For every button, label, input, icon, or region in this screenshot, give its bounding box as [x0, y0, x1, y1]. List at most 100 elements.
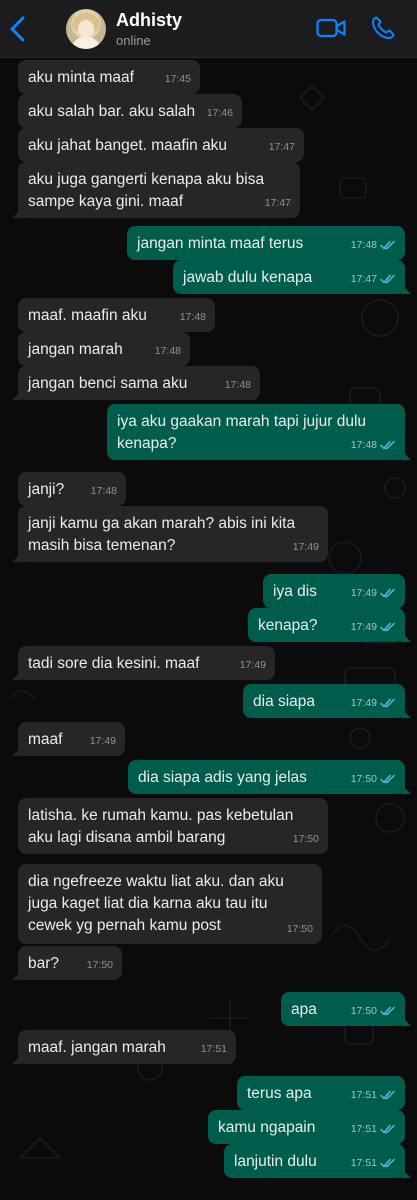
avatar[interactable] — [66, 9, 106, 49]
incoming-message[interactable]: janji kamu ga akan marah? abis ini kita … — [12, 506, 328, 562]
double-check-icon — [380, 588, 395, 598]
message-time: 17:48 — [350, 439, 377, 451]
message-meta: 17:50 — [351, 1000, 396, 1022]
message-text: janji kamu ga akan marah? abis ini kita … — [28, 515, 296, 554]
double-check-icon — [380, 1124, 395, 1134]
double-check-icon — [380, 240, 395, 250]
incoming-message[interactable]: jangan marah 17:48 — [18, 332, 190, 366]
message-time: 17:48 — [90, 485, 117, 497]
message-time: 17:45 — [164, 73, 191, 85]
incoming-message[interactable]: maaf. maafin aku 17:48 — [18, 298, 215, 332]
message-time: 17:50 — [350, 1005, 377, 1017]
message-time: 17:51 — [350, 1123, 377, 1135]
message-meta: 17:51 — [351, 1118, 396, 1140]
message-meta: 17:46 — [207, 102, 233, 124]
message-meta: 17:49 — [351, 582, 396, 604]
message-time: 17:51 — [350, 1089, 377, 1101]
incoming-message[interactable]: jangan benci sama aku 17:48 — [12, 366, 260, 400]
message-time: 17:49 — [350, 621, 377, 633]
message-time: 17:49 — [350, 697, 377, 709]
message-time: 17:48 — [350, 239, 377, 251]
message-time: 17:49 — [239, 659, 266, 671]
message-text: aku juga gangerti kenapa aku bisa sampe … — [28, 171, 265, 210]
outgoing-message[interactable]: jawab dulu kenapa 17:47 — [173, 260, 411, 294]
message-text: dia ngefreeze waktu liat aku. dan aku ju… — [28, 873, 284, 934]
phone-icon[interactable] — [370, 15, 396, 41]
message-meta: 17:48 — [351, 234, 396, 256]
outgoing-message[interactable]: jangan minta maaf terus 17:48 — [127, 226, 405, 260]
double-check-icon — [380, 440, 395, 450]
message-text: aku salah bar. aku salah — [28, 103, 196, 120]
incoming-message[interactable]: aku jahat banget. maafin aku 17:47 — [18, 128, 304, 162]
message-meta: 17:49 — [240, 654, 266, 676]
incoming-message[interactable]: aku salah bar. aku salah 17:46 — [18, 94, 242, 128]
incoming-message[interactable]: tadi sore dia kesini. maaf 17:49 — [12, 646, 275, 680]
message-meta: 17:47 — [351, 268, 396, 290]
message-time: 17:50 — [292, 833, 319, 845]
double-check-icon — [380, 774, 395, 784]
outgoing-message[interactable]: terus apa 17:51 — [237, 1076, 405, 1110]
double-check-icon — [380, 698, 395, 708]
chevron-left-icon[interactable] — [6, 14, 30, 44]
message-meta: 17:51 — [201, 1038, 227, 1060]
message-text: tadi sore dia kesini. maaf — [28, 655, 200, 672]
message-time: 17:49 — [350, 587, 377, 599]
message-meta: 17:48 — [91, 480, 117, 502]
message-time: 17:50 — [286, 923, 313, 935]
incoming-message[interactable]: aku minta maaf 17:45 — [18, 60, 200, 94]
outgoing-message[interactable]: iya dis 17:49 — [263, 574, 405, 608]
message-meta: 17:50 — [351, 768, 396, 790]
incoming-message[interactable]: janji? 17:48 — [18, 472, 126, 506]
message-time: 17:47 — [350, 273, 377, 285]
double-check-icon — [380, 1090, 395, 1100]
message-text: maaf. jangan marah — [28, 1039, 166, 1056]
message-time: 17:47 — [264, 197, 291, 209]
message-time: 17:48 — [179, 311, 206, 323]
message-meta: 17:49 — [90, 730, 116, 752]
message-time: 17:49 — [292, 541, 319, 553]
incoming-message[interactable]: maaf 17:49 — [12, 722, 125, 756]
message-meta: 17:45 — [165, 68, 191, 90]
contact-name[interactable]: Adhisty — [116, 10, 182, 31]
incoming-message[interactable]: dia ngefreeze waktu liat aku. dan aku ju… — [18, 864, 322, 944]
message-time: 17:48 — [154, 345, 181, 357]
message-meta: 17:48 — [225, 374, 251, 396]
message-text: latisha. ke rumah kamu. pas kebetulan ak… — [28, 807, 294, 846]
message-meta: 17:51 — [351, 1084, 396, 1106]
outgoing-message[interactable]: dia siapa adis yang jelas 17:50 — [128, 760, 411, 794]
message-meta: 17:47 — [269, 136, 295, 158]
message-meta: 17:48 — [351, 434, 396, 456]
incoming-message[interactable]: latisha. ke rumah kamu. pas kebetulan ak… — [18, 798, 328, 854]
message-time: 17:48 — [224, 379, 251, 391]
message-time: 17:47 — [268, 141, 295, 153]
message-text: jangan benci sama aku — [28, 375, 188, 392]
incoming-message[interactable]: bar? 17:50 — [12, 946, 122, 980]
message-meta: 17:48 — [180, 306, 206, 328]
outgoing-message[interactable]: iya aku gaakan marah tapi jujur dulu ken… — [107, 404, 411, 460]
double-check-icon — [380, 622, 395, 632]
message-time: 17:51 — [350, 1157, 377, 1169]
message-meta: 17:50 — [293, 828, 319, 850]
outgoing-message[interactable]: lanjutin dulu 17:51 — [224, 1144, 411, 1178]
double-check-icon — [380, 1158, 395, 1168]
outgoing-message[interactable]: dia siapa 17:49 — [243, 684, 411, 718]
message-time: 17:50 — [350, 773, 377, 785]
message-time: 17:51 — [200, 1043, 227, 1055]
message-meta: 17:49 — [351, 616, 396, 638]
video-call-icon[interactable] — [316, 17, 346, 39]
message-text: aku jahat banget. maafin aku — [28, 137, 228, 154]
message-time: 17:46 — [206, 107, 233, 119]
message-time: 17:49 — [89, 735, 116, 747]
message-meta: 17:51 — [351, 1152, 396, 1174]
incoming-message[interactable]: maaf. jangan marah 17:51 — [12, 1030, 236, 1064]
message-meta: 17:49 — [293, 536, 319, 558]
outgoing-message[interactable]: kamu ngapain 17:51 — [208, 1110, 405, 1144]
contact-status: online — [116, 33, 151, 48]
message-meta: 17:49 — [351, 692, 396, 714]
message-meta: 17:50 — [287, 918, 313, 940]
message-list[interactable]: aku minta maaf 17:45 aku salah bar. aku sa… — [0, 58, 417, 1200]
double-check-icon — [380, 1006, 395, 1016]
incoming-message[interactable]: aku juga gangerti kenapa aku bisa sampe … — [12, 162, 300, 218]
outgoing-message[interactable]: kenapa? 17:49 — [248, 608, 411, 642]
outgoing-message[interactable]: apa 17:50 — [281, 992, 411, 1026]
